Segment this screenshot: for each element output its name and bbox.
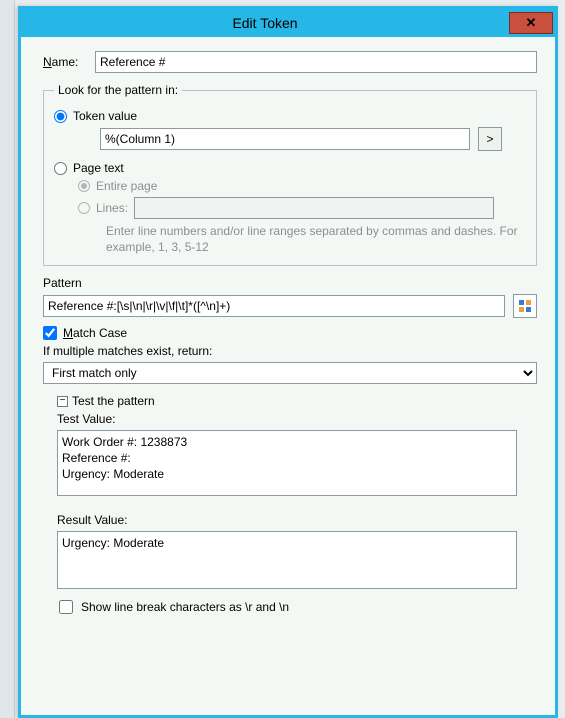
close-button[interactable]: ✕ xyxy=(509,12,553,34)
edit-token-dialog: Edit Token ✕ Name: Look for the pattern … xyxy=(18,6,558,718)
token-value-input[interactable] xyxy=(100,128,470,150)
chevron-right-icon: > xyxy=(486,132,493,146)
lines-hint: Enter line numbers and/or line ranges se… xyxy=(106,223,526,255)
name-label: Name: xyxy=(43,55,95,69)
name-input[interactable] xyxy=(95,51,537,73)
test-value-label: Test Value: xyxy=(57,412,537,426)
show-linebreaks-checkbox[interactable] xyxy=(59,600,73,614)
test-value-area[interactable] xyxy=(57,430,517,496)
multi-match-label: If multiple matches exist, return: xyxy=(43,344,537,358)
look-for-legend: Look for the pattern in: xyxy=(54,83,182,97)
entire-page-label: Entire page xyxy=(96,179,157,193)
lines-input xyxy=(134,197,494,219)
page-text-label: Page text xyxy=(73,161,124,175)
look-for-group: Look for the pattern in: Token value > P… xyxy=(43,83,537,266)
match-case-label: Match Case xyxy=(63,326,127,340)
pattern-builder-button[interactable] xyxy=(513,294,537,318)
window-title: Edit Token xyxy=(21,15,509,31)
page-text-radio[interactable] xyxy=(54,162,67,175)
titlebar: Edit Token ✕ xyxy=(21,9,555,37)
token-expand-button[interactable]: > xyxy=(478,127,502,151)
token-value-label: Token value xyxy=(73,109,137,123)
match-case-checkbox[interactable] xyxy=(43,326,57,340)
lines-radio xyxy=(78,202,90,214)
result-value-label: Result Value: xyxy=(57,513,537,527)
test-pattern-label: Test the pattern xyxy=(72,394,155,408)
lines-label: Lines: xyxy=(96,201,128,215)
close-icon: ✕ xyxy=(526,15,537,31)
show-linebreaks-label: Show line break characters as \r and \n xyxy=(81,600,289,614)
minus-icon: − xyxy=(60,396,66,406)
pattern-input[interactable] xyxy=(43,295,505,317)
collapse-toggle[interactable]: − xyxy=(57,396,68,407)
token-value-radio[interactable] xyxy=(54,110,67,123)
result-value-area xyxy=(57,531,517,589)
pattern-label: Pattern xyxy=(43,276,537,290)
entire-page-radio xyxy=(78,180,90,192)
return-select[interactable]: First match only xyxy=(43,362,537,384)
grid-icon xyxy=(518,299,532,313)
